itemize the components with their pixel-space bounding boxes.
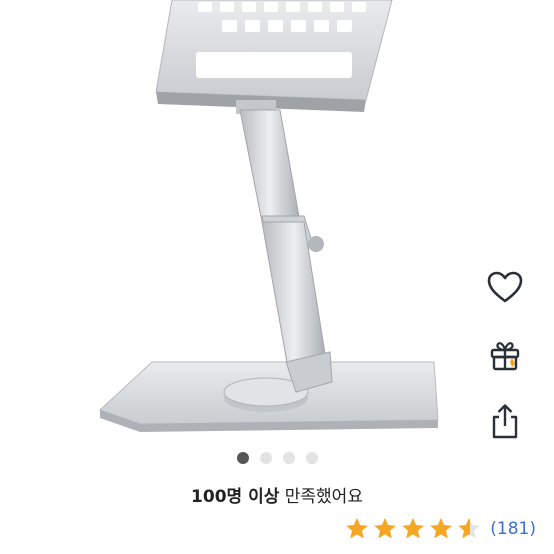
heart-icon [487,271,523,303]
carousel-dot-1[interactable] [236,452,249,464]
star-icon [430,517,453,539]
satisfaction-count: 100명 이상 [191,487,280,507]
carousel-dot-3[interactable] [282,452,295,464]
product-image[interactable] [0,0,554,440]
star-icon [374,517,397,539]
satisfaction-label: 만족했어요 [279,487,363,507]
carousel-dot-2[interactable] [259,452,272,464]
carousel-dot-4[interactable] [305,452,318,464]
share-button[interactable] [480,396,530,446]
star-icon [402,517,425,539]
satisfaction-text: 100명 이상 만족했어요 [0,482,554,507]
half-star-icon [458,517,481,539]
star-icon [346,517,369,539]
review-count[interactable]: (181) [490,519,536,539]
gift-button[interactable] [480,330,530,380]
laptop-stand-illustration [99,0,439,432]
review-rating[interactable]: (181) [344,516,536,541]
share-icon [492,404,518,439]
gift-icon [490,342,520,371]
carousel-indicator [0,452,554,464]
wishlist-button[interactable] [480,262,530,312]
